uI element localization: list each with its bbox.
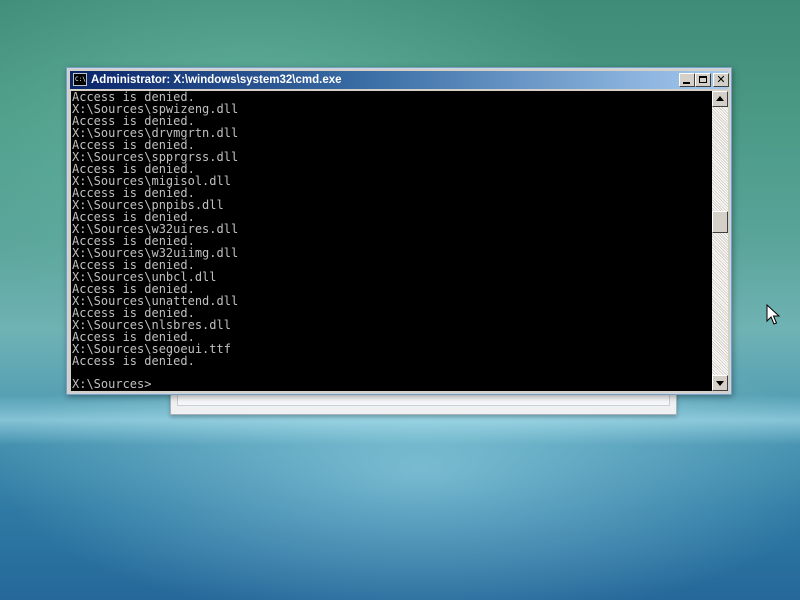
- minimize-icon: [683, 82, 690, 84]
- arrow-down-icon: [716, 381, 724, 386]
- scroll-up-button[interactable]: [712, 91, 728, 107]
- mouse-pointer-icon: [766, 304, 780, 325]
- cmd-icon[interactable]: C:\: [73, 73, 87, 86]
- maximize-button[interactable]: [695, 73, 711, 87]
- console-lines: Access is denied. X:\Sources\spwizeng.dll…: [71, 91, 712, 367]
- maximize-icon: [699, 76, 707, 83]
- vertical-scrollbar[interactable]: [712, 91, 728, 391]
- minimize-button[interactable]: [679, 73, 695, 87]
- cmd-window[interactable]: C:\ Administrator: X:\windows\system32\c…: [66, 67, 732, 395]
- scroll-thumb[interactable]: [712, 211, 728, 233]
- window-title: Administrator: X:\windows\system32\cmd.e…: [91, 74, 342, 86]
- console-line: Access is denied.: [72, 354, 195, 368]
- console-output[interactable]: Access is denied. X:\Sources\spwizeng.dll…: [71, 91, 712, 391]
- scroll-down-button[interactable]: [712, 375, 728, 391]
- arrow-up-icon: [716, 96, 724, 101]
- close-icon: ✕: [716, 73, 726, 86]
- close-button[interactable]: ✕: [713, 73, 729, 87]
- title-bar[interactable]: C:\ Administrator: X:\windows\system32\c…: [70, 71, 729, 89]
- command-prompt[interactable]: X:\Sources>: [72, 378, 151, 390]
